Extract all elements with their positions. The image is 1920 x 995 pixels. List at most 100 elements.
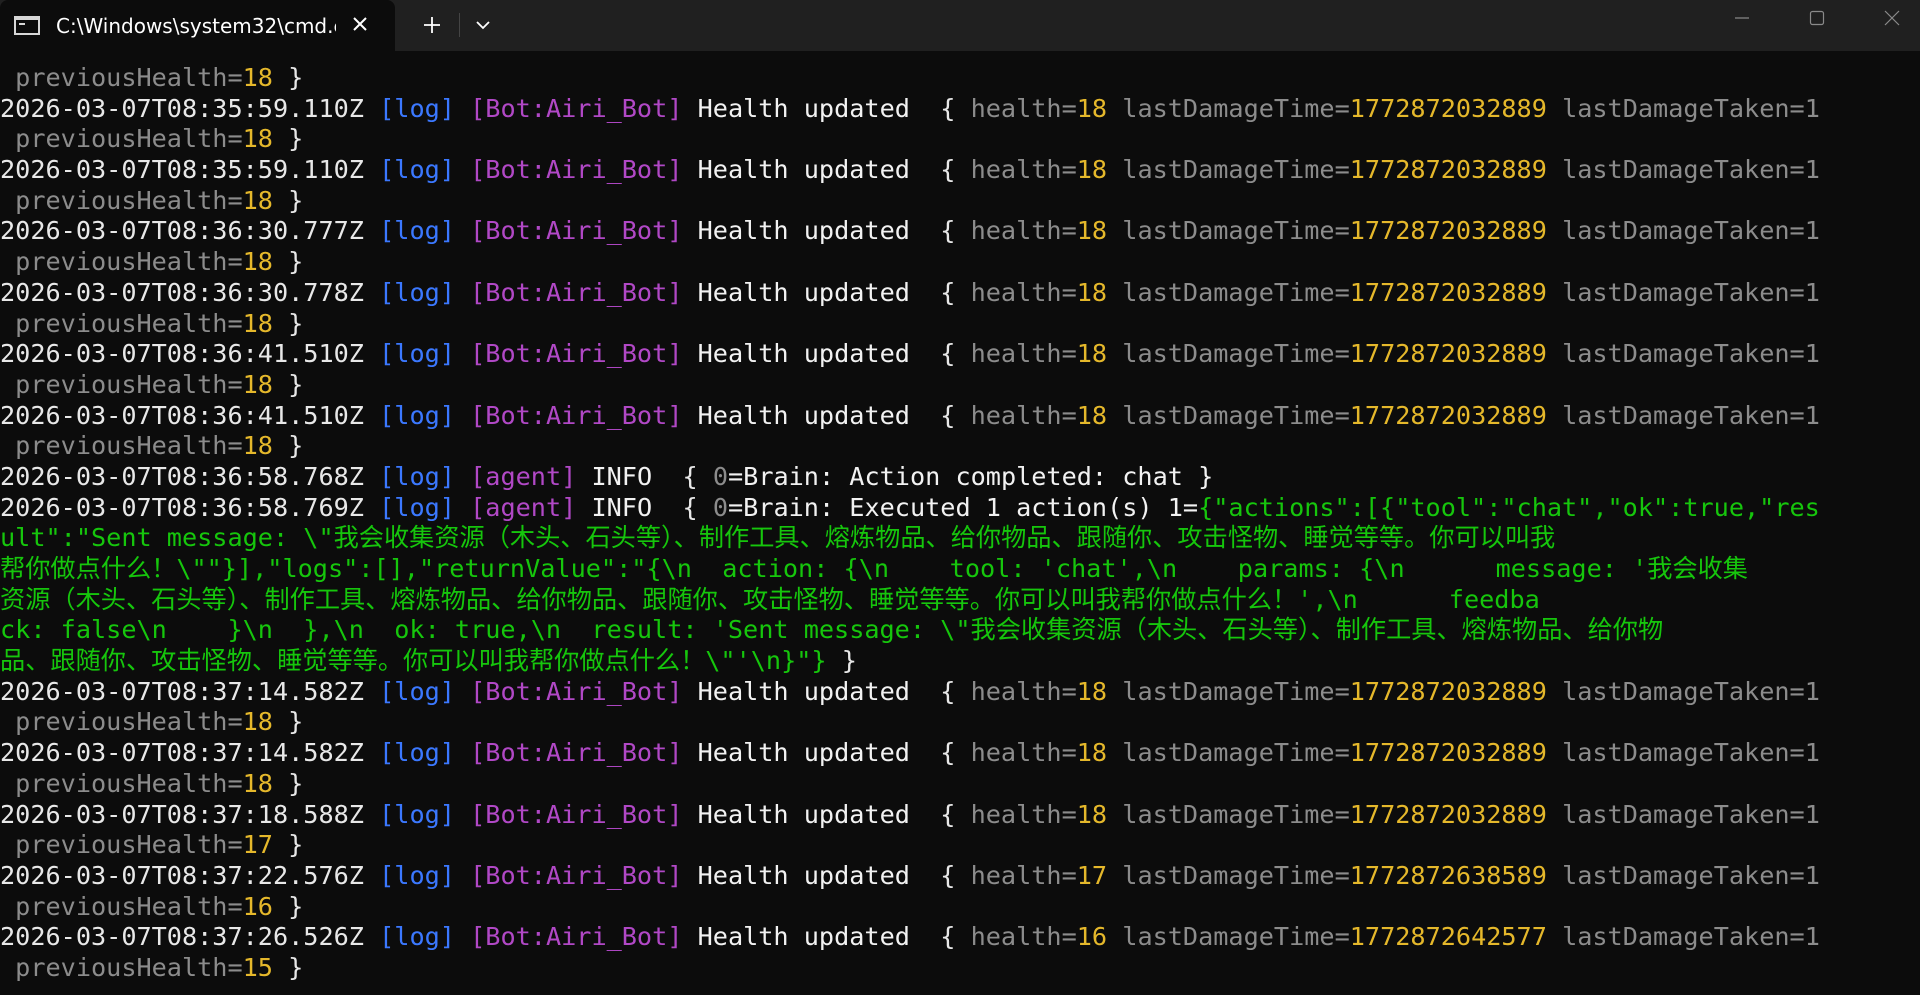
last-damage-time-value: 1772872032889: [1349, 676, 1547, 706]
prev-health-value: 18: [242, 431, 273, 461]
prev-health-key: previousHealth=: [0, 369, 243, 399]
log-tag: [log]: [379, 93, 455, 123]
log-tag: [log]: [379, 492, 455, 522]
last-damage-time-value: 1772872642577: [1349, 922, 1547, 952]
prev-health-value: 18: [242, 63, 273, 92]
json-result-continuation: 资源（木头、石头等）、制作工具、熔炼物品、给你物品、跟随你、攻击怪物、睡觉等等。…: [0, 584, 1540, 614]
terminal-line: 2026-03-07T08:37:26.526Z [log] [Bot:Airi…: [0, 922, 1820, 952]
last-damage-time-value: 1772872032889: [1349, 339, 1547, 369]
terminal-line: previousHealth=18 }: [0, 186, 1920, 217]
bot-tag: [Bot:Airi_Bot]: [470, 400, 683, 430]
bot-tag: [Bot:Airi_Bot]: [470, 799, 683, 829]
timestamp: 2026-03-07T08:36:30.778Z: [0, 277, 364, 307]
terminal-line: previousHealth=15 }: [0, 953, 1920, 984]
timestamp: 2026-03-07T08:36:58.768Z: [0, 461, 364, 491]
last-damage-time-value: 1772872032889: [1349, 93, 1547, 123]
bot-tag: [Bot:Airi_Bot]: [470, 277, 683, 307]
terminal-line: previousHealth=16 }: [0, 892, 1920, 923]
health-value: 18: [1076, 400, 1108, 430]
log-level: INFO: [591, 492, 653, 522]
opening-brace: {: [940, 860, 956, 890]
timestamp: 2026-03-07T08:37:26.526Z: [0, 922, 364, 952]
tab-dropdown-button[interactable]: [464, 10, 502, 40]
close-window-button[interactable]: [1854, 0, 1920, 36]
terminal-line: 2026-03-07T08:36:41.510Z [log] [Bot:Airi…: [0, 400, 1820, 430]
prev-health-value: 18: [242, 369, 273, 399]
minimize-button[interactable]: [1704, 0, 1779, 36]
timestamp: 2026-03-07T08:36:58.769Z: [0, 492, 364, 522]
new-tab-button[interactable]: [412, 10, 452, 40]
health-value: 16: [1076, 922, 1108, 952]
health-value: 18: [1076, 216, 1108, 246]
title-bar[interactable]: C:\Windows\system32\cmd.ex: [0, 0, 1920, 51]
prev-health-key: previousHealth=: [0, 124, 243, 154]
json-result-continuation: 品、跟随你、攻击怪物、睡觉等等。你可以叫我帮你做点什么！\"'\n}"}: [0, 646, 827, 676]
terminal-line: 2026-03-07T08:36:58.768Z [log] [agent] I…: [0, 462, 1920, 493]
last-damage-taken: lastDamageTaken=1: [1562, 738, 1820, 768]
bot-tag: [Bot:Airi_Bot]: [470, 155, 683, 185]
terminal-line: 2026-03-07T08:37:14.582Z [log] [Bot:Airi…: [0, 676, 1820, 706]
closing-brace: }: [272, 768, 304, 798]
closing-brace: }: [272, 830, 304, 860]
terminal-line: ult":"Sent message: \"我会收集资源（木头、石头等）、制作工…: [0, 523, 1920, 554]
log-message: Health updated: [697, 216, 910, 246]
log-message: Health updated: [697, 860, 910, 890]
bot-tag: [Bot:Airi_Bot]: [470, 676, 683, 706]
last-damage-time-value: 1772872638589: [1349, 860, 1547, 890]
timestamp: 2026-03-07T08:37:14.582Z: [0, 738, 364, 768]
prev-health-value: 16: [242, 891, 273, 921]
terminal-icon: [14, 16, 40, 35]
closing-brace: }: [272, 952, 304, 982]
log-message: Health updated: [697, 400, 910, 430]
closing-brace: }: [272, 63, 304, 92]
timestamp: 2026-03-07T08:36:30.777Z: [0, 216, 364, 246]
log-tag: [log]: [379, 922, 455, 952]
log-tag: [log]: [379, 799, 455, 829]
prev-health-key: previousHealth=: [0, 830, 243, 860]
terminal-line: 2026-03-07T08:37:22.576Z [log] [Bot:Airi…: [0, 860, 1820, 890]
log-message: Health updated: [697, 155, 910, 185]
terminal-line: 资源（木头、石头等）、制作工具、熔炼物品、给你物品、跟随你、攻击怪物、睡觉等等。…: [0, 585, 1920, 616]
terminal-output[interactable]: previousHealth=18 } 2026-03-07T08:35:59.1…: [0, 51, 1920, 995]
opening-brace: {: [940, 922, 956, 952]
timestamp: 2026-03-07T08:36:41.510Z: [0, 400, 364, 430]
terminal-line: 2026-03-07T08:36:58.769Z [log] [agent] I…: [0, 493, 1920, 524]
last-damage-taken: lastDamageTaken=1: [1562, 860, 1820, 890]
closing-brace: }: [272, 431, 304, 461]
terminal-window: C:\Windows\system32\cmd.ex previousHealt…: [0, 0, 1920, 995]
minimize-icon: [1734, 17, 1749, 19]
prev-health-value: 18: [242, 768, 273, 798]
json-result-continuation: 帮你做点什么！\""}],"logs":[],"returnValue":"{\…: [0, 554, 1748, 583]
last-damage-taken: lastDamageTaken=1: [1562, 799, 1820, 829]
log-message: Health updated: [697, 339, 910, 369]
closing-brace: }: [826, 646, 857, 676]
health-value: 18: [1076, 277, 1108, 307]
log-message: Health updated: [697, 799, 910, 829]
last-damage-taken: lastDamageTaken=1: [1562, 400, 1820, 430]
tab-cmd[interactable]: C:\Windows\system32\cmd.ex: [0, 0, 395, 51]
health-value: 18: [1076, 93, 1108, 123]
agent-message: =Brain: Executed 1 action(s) 1=: [727, 492, 1199, 522]
close-tab-button[interactable]: [347, 11, 373, 37]
terminal-line: 2026-03-07T08:37:18.588Z [log] [Bot:Airi…: [0, 799, 1820, 829]
bot-tag: [Bot:Airi_Bot]: [470, 738, 683, 768]
health-value: 18: [1076, 155, 1108, 185]
last-damage-taken: lastDamageTaken=1: [1562, 339, 1820, 369]
last-damage-time-value: 1772872032889: [1349, 277, 1547, 307]
prev-health-value: 15: [242, 952, 273, 982]
plus-icon: [424, 17, 440, 33]
log-tag: [log]: [379, 400, 455, 430]
opening-brace: {: [940, 93, 956, 123]
terminal-line: previousHealth=18 }: [0, 769, 1920, 800]
chevron-down-icon: [476, 21, 490, 30]
timestamp: 2026-03-07T08:35:59.110Z: [0, 93, 364, 123]
terminal-line: 2026-03-07T08:36:30.777Z [log] [Bot:Airi…: [0, 216, 1820, 246]
json-result-continuation: ck: false\n }\n },\n ok: true,\n result:…: [0, 615, 1664, 645]
terminal-line: 2026-03-07T08:35:59.110Z [log] [Bot:Airi…: [0, 155, 1820, 185]
bot-tag: [Bot:Airi_Bot]: [470, 860, 683, 890]
maximize-button[interactable]: [1779, 0, 1854, 36]
prev-health-value: 18: [242, 247, 273, 277]
terminal-line: ck: false\n }\n },\n ok: true,\n result:…: [0, 615, 1920, 646]
opening-brace: {: [940, 738, 956, 768]
prev-health-value: 17: [242, 830, 273, 860]
